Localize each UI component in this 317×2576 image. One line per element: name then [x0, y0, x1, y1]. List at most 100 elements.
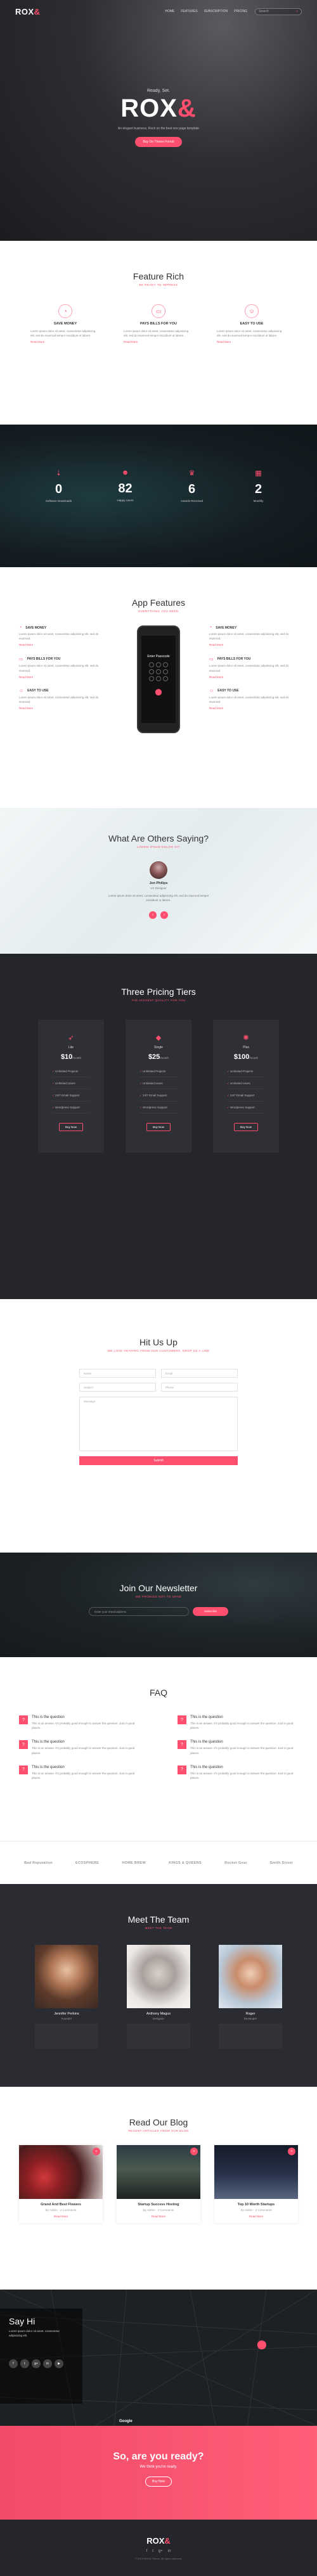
blog-post[interactable]: + Startup Success Hosting By Admin · 2 C…	[117, 2145, 200, 2223]
phone-screen-text: Enter Passcode	[147, 655, 170, 658]
counter-value: 0	[55, 482, 63, 496]
read-more-link[interactable]: Read More	[209, 643, 298, 646]
member-info-box	[35, 2023, 98, 2049]
faq-item[interactable]: ? This is the question This is an answer. …	[19, 1740, 139, 1755]
plan-price: $25/month	[148, 1053, 169, 1061]
counter: ♛ 6 Awards Received	[167, 469, 217, 567]
passcode-keypad	[149, 662, 168, 681]
read-more-link[interactable]: Read More	[117, 2215, 200, 2218]
twitter-icon[interactable]: t	[20, 2359, 29, 2369]
settings-icon: ✺	[243, 1034, 249, 1042]
read-more-link[interactable]: Read More	[209, 676, 298, 679]
prev-arrow-icon[interactable]: ‹	[149, 911, 157, 920]
pricing-plan-lite: ➶ Lite $10/month Unlimited Projects Unli…	[38, 1020, 104, 1153]
email-field[interactable]: Email	[161, 1369, 238, 1378]
faq-item[interactable]: ? This is the question This is an answer. …	[178, 1715, 298, 1730]
hero-buy-button[interactable]: Buy On Theme Forest	[135, 137, 182, 147]
subscribe-button[interactable]: Subscribe	[193, 1607, 228, 1616]
blog-post[interactable]: + Top 10 Worth Startups By Admin · 2 Com…	[214, 2145, 298, 2223]
read-more-link[interactable]: Read More	[19, 707, 108, 710]
team-photo	[219, 1945, 282, 2008]
subject-field[interactable]: Subject	[79, 1383, 156, 1392]
facebook-icon[interactable]: f	[146, 2549, 148, 2553]
nav-link-subscription[interactable]: Subscription	[204, 10, 228, 13]
app-features-right: ◔ SAVE MONEY Lorem ipsum dolor sit amet, …	[209, 625, 298, 733]
footer-logo[interactable]: ROX&	[0, 2536, 317, 2546]
buy-now-button[interactable]: Buy Now	[233, 1123, 258, 1131]
team-photo	[127, 1945, 190, 2008]
cta-section: So, are you ready? We think you're ready…	[0, 2426, 317, 2520]
app-features-left: ◔ SAVE MONEY Lorem ipsum dolor sit amet, …	[19, 625, 108, 733]
submit-button[interactable]: Submit	[79, 1456, 238, 1465]
name-field[interactable]: Name	[79, 1369, 156, 1378]
testimonial-name: Jen Philips	[149, 881, 168, 885]
app-feature-item: ▭ PAYS BILLS FOR YOU Lorem ipsum dolor si…	[209, 657, 298, 678]
faq-item[interactable]: ? This is the question This is an answer. …	[178, 1740, 298, 1755]
hero-pretitle: Ready, Set.	[146, 89, 171, 93]
copyright: © 2016 ROX& Theme. All rights reserved.	[134, 2557, 183, 2560]
member-role: Designer	[152, 2017, 164, 2020]
feature-title: PAYS BILLS FOR YOU	[140, 322, 177, 326]
faq-item[interactable]: ? This is the question This is an answer. …	[178, 1765, 298, 1780]
next-arrow-icon[interactable]: ›	[160, 911, 168, 920]
faq-item[interactable]: ? This is the question This is an answer. …	[19, 1715, 139, 1730]
buy-now-button[interactable]: Buy Now	[146, 1123, 171, 1131]
read-more-link[interactable]: Read More	[30, 340, 100, 343]
rocket-icon: ➶	[68, 1034, 74, 1042]
blog-post[interactable]: + Grand And Best Flowers By Admin · 2 Co…	[19, 2145, 103, 2223]
read-more-link[interactable]: Read More	[19, 643, 108, 646]
youtube-icon[interactable]: ▶	[55, 2359, 63, 2369]
phone-field[interactable]: Phone	[161, 1383, 238, 1392]
plus-icon[interactable]: +	[93, 2148, 100, 2155]
feature-text: Lorem ipsum dolor sit amet, consectetur …	[217, 330, 282, 338]
read-more-link[interactable]: Read More	[19, 2215, 103, 2218]
say-hi-panel: Say Hi Lorem ipsum dolor sit amet, conse…	[0, 2309, 82, 2404]
buy-now-button[interactable]: Buy Now	[58, 1123, 83, 1131]
faq-item[interactable]: ? This is the question This is an answer. …	[19, 1765, 139, 1780]
google-plus-icon[interactable]: g+	[158, 2549, 163, 2553]
plan-name: Single	[154, 1046, 163, 1049]
member-name: Jennifer Perkins	[54, 2012, 79, 2016]
google-plus-icon[interactable]: g+	[32, 2359, 41, 2369]
features-title: Feature Rich	[133, 271, 184, 281]
linkedin-icon[interactable]: in	[168, 2549, 171, 2553]
read-more-link[interactable]: Read More	[19, 676, 108, 679]
logo[interactable]: ROX&	[15, 7, 41, 16]
nav-links: Home Features Subscription Pricing	[165, 10, 247, 13]
read-more-link[interactable]: Read More	[124, 340, 193, 343]
newsletter-section: Join Our Newsletter We promise not to sp…	[0, 1553, 317, 1657]
counter-label: Monthly	[253, 499, 264, 503]
nav-link-pricing[interactable]: Pricing	[234, 10, 247, 13]
feature-card: ▭ PAYS BILLS FOR YOU Lorem ipsum dolor s…	[124, 304, 193, 343]
facebook-icon[interactable]: f	[9, 2359, 18, 2369]
read-more-link[interactable]: Read More	[217, 340, 287, 343]
counter-value: 6	[188, 482, 196, 496]
twitter-icon[interactable]: t	[152, 2549, 153, 2553]
map-pin-icon[interactable]: ⬤	[257, 2339, 267, 2350]
counter: ☻ 82 Happy Users	[100, 469, 151, 567]
plus-icon[interactable]: +	[190, 2148, 198, 2155]
features-subtitle: Be ready to impress	[139, 283, 178, 286]
counter-label: Software Downloads	[45, 499, 72, 503]
blog-image: +	[214, 2145, 298, 2199]
download-icon: ⇣	[55, 470, 62, 477]
nav-link-home[interactable]: Home	[165, 10, 174, 13]
search-input[interactable]: Search ⌕	[255, 8, 302, 15]
newsletter-email-input[interactable]: Enter your email address	[89, 1607, 189, 1616]
question-mark-icon: ?	[19, 1740, 28, 1750]
map-section[interactable]: Say Hi Lorem ipsum dolor sit amet, conse…	[0, 2290, 317, 2426]
cta-buy-button[interactable]: Buy Now	[145, 2477, 172, 2487]
nav-link-features[interactable]: Features	[181, 10, 197, 13]
plus-icon[interactable]: +	[288, 2148, 295, 2155]
read-more-link[interactable]: Read More	[209, 707, 298, 710]
linkedin-icon[interactable]: in	[43, 2359, 52, 2369]
search-icon[interactable]: ⌕	[296, 10, 298, 13]
read-more-link[interactable]: Read More	[214, 2215, 298, 2218]
plan-feature: Unlimited Users	[227, 1082, 265, 1089]
client-logo: KINGS & QUEENS	[169, 1861, 202, 1865]
app-features-subtitle: Everything you need	[138, 610, 179, 613]
member-name: Anthony Magus	[146, 2012, 171, 2016]
credit-card-icon: ▭	[152, 304, 165, 318]
message-field[interactable]: Message	[79, 1397, 238, 1451]
team-member: Jennifer Perkins Founder	[32, 1945, 101, 2049]
